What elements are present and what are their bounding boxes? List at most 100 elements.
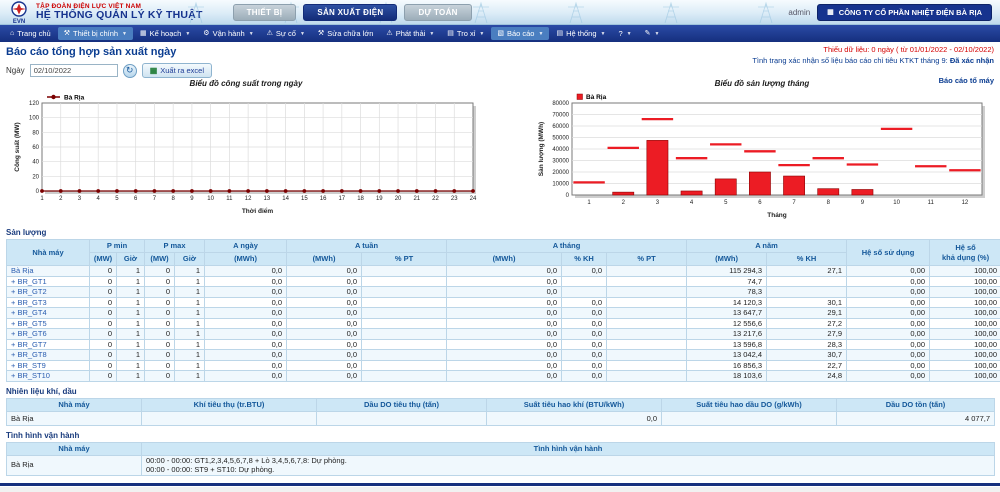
value-cell: 0,0: [286, 328, 363, 340]
table-row: + BR_GT6 0 1 0 1 0,0 0,0 0,0 0,0 13 217,6 27,9 0,00…: [6, 328, 1000, 340]
plant-link[interactable]: + BR_GT4: [11, 308, 47, 317]
nav-item-bao-cao[interactable]: ▧ Báo cáo ▼: [491, 27, 550, 40]
nav-item-trang-chu[interactable]: ⌂ Trang chủ: [4, 27, 57, 40]
nav-item-tro-xi[interactable]: ▤ Tro xỉ ▼: [441, 27, 490, 40]
value-cell: 0,0: [446, 275, 563, 287]
top-header-bar: EVN TẬP ĐOÀN ĐIỆN LỰC VIỆT NAM HỆ THỐNG …: [0, 0, 1000, 25]
value-cell: 1: [174, 328, 206, 340]
column-header: A ngày: [204, 239, 288, 253]
value-cell: 28,3: [766, 338, 848, 350]
nav-item-pencil-icon[interactable]: ✎ ▼: [639, 27, 666, 40]
plant-link[interactable]: + BR_GT6: [11, 329, 47, 338]
value-cell: 1: [115, 275, 146, 287]
table-row: + BR_GT1 0 1 0 1 0,0 0,0 0,0 74,7 0,00 100,00: [6, 275, 1000, 287]
value-cell: [766, 286, 848, 298]
value-cell: 1: [115, 307, 146, 319]
column-header: Hệ số sử dụng: [846, 239, 931, 266]
app-title: HỆ THỐNG QUẢN LÝ KỸ THUẬT: [36, 8, 203, 21]
svg-text:17: 17: [338, 196, 345, 202]
nav-item-su-co[interactable]: ⚠ Sự cố ▼: [261, 27, 311, 40]
nav-item-label: Sửa chữa lớn: [327, 29, 374, 38]
value-cell: 0,0: [446, 296, 563, 308]
value-cell: 0: [144, 349, 176, 361]
warning-icon: ⚠: [386, 30, 393, 37]
plant-name-cell: + BR_GT4: [6, 307, 90, 319]
value-cell: 24,8: [766, 370, 848, 382]
x-axis-label: Thời điểm: [242, 207, 274, 215]
svg-text:15: 15: [301, 196, 308, 202]
value-cell: 0,0: [204, 296, 288, 308]
unit-report-link[interactable]: Báo cáo tổ máy: [939, 76, 994, 87]
value-cell: 1: [174, 317, 206, 329]
svg-text:9: 9: [190, 196, 194, 202]
svg-text:3: 3: [78, 196, 82, 202]
value-cell: 0,0: [286, 265, 363, 277]
refresh-button[interactable]: ↻: [122, 63, 137, 78]
plant-link[interactable]: + BR_ST10: [11, 371, 50, 380]
value-cell: 0,00: [846, 296, 931, 308]
plant-link[interactable]: + BR_GT5: [11, 319, 47, 328]
column-header: A năm: [686, 239, 848, 253]
value-cell: 1: [174, 349, 206, 361]
value-cell: 0,0: [286, 338, 363, 350]
nav-item-ke-hoach[interactable]: ▦ Kế hoạch ▼: [134, 27, 196, 40]
module-button-thiet-bi[interactable]: THIẾT BỊ: [232, 3, 297, 21]
daily-power-chart-title: Biểu đồ công suất trong ngày: [189, 79, 303, 88]
value-cell: 0,00: [846, 265, 931, 277]
svg-text:40000: 40000: [552, 147, 569, 153]
plant-link[interactable]: Bà Rịa: [11, 266, 34, 275]
value-cell: 1: [174, 307, 206, 319]
value-cell: [606, 338, 688, 350]
value-cell: 0,00: [846, 317, 931, 329]
nav-item-he-thong[interactable]: ▤ Hệ thống ▼: [550, 27, 611, 40]
value-cell: [606, 307, 688, 319]
nav-item-van-hanh[interactable]: ⚙ Vận hành ▼: [197, 27, 259, 40]
value-cell: 1: [115, 286, 146, 298]
svg-text:10000: 10000: [552, 182, 569, 188]
svg-text:60000: 60000: [552, 124, 569, 130]
plant-link[interactable]: + BR_ST9: [11, 361, 46, 370]
nav-item-item[interactable]: ? ▼: [612, 27, 637, 40]
value-cell: 0,0: [561, 296, 608, 308]
home-icon: ⌂: [10, 30, 15, 37]
plant-link[interactable]: + BR_GT3: [11, 298, 47, 307]
company-button[interactable]: ▦ CÔNG TY CỔ PHẦN NHIỆT ĐIỆN BÀ RỊA: [817, 3, 992, 21]
value-cell: 0,0: [286, 296, 363, 308]
value-cell: 0,0: [204, 265, 288, 277]
value-cell: 0,0: [204, 338, 288, 350]
value-cell: 0,0: [286, 286, 363, 298]
value-cell: 100,00: [929, 296, 1000, 308]
module-button-du-toan[interactable]: DỰ TOÁN: [404, 3, 472, 21]
chevron-down-icon: ▼: [626, 30, 632, 37]
nav-item-phat-thai[interactable]: ⚠ Phát thải ▼: [380, 27, 440, 40]
nav-item-thiet-bi-chinh[interactable]: ⚒ Thiết bị chính ▼: [57, 27, 133, 40]
value-cell: 1: [115, 317, 146, 329]
module-button-san-xuat-ien[interactable]: SẢN XUẤT ĐIỆN: [303, 3, 398, 21]
nav-item-sua-chua-lon[interactable]: ⚒ Sửa chữa lớn: [312, 27, 380, 40]
export-excel-button[interactable]: ▦ Xuất ra excel: [141, 63, 213, 78]
svg-text:7: 7: [792, 200, 796, 206]
date-label: Ngày: [6, 66, 25, 75]
value-cell: 0,0: [286, 359, 363, 371]
value-cell: 30,1: [766, 296, 848, 308]
value-cell: 1: [115, 328, 146, 340]
plant-link[interactable]: + BR_GT2: [11, 287, 47, 296]
value-cell: 100,00: [929, 370, 1000, 382]
value-cell: [361, 307, 448, 319]
svg-text:1: 1: [40, 196, 44, 202]
date-input[interactable]: [29, 64, 118, 77]
table-row: + BR_ST10 0 1 0 1 0,0 0,0 0,0 0,0 18 103,6 24,8 0,0…: [6, 370, 1000, 382]
plant-link[interactable]: + BR_GT1: [11, 277, 47, 286]
plant-link[interactable]: + BR_GT7: [11, 340, 47, 349]
column-header: P min: [88, 239, 146, 253]
value-cell: 30,7: [766, 349, 848, 361]
plant-link[interactable]: + BR_GT8: [11, 350, 47, 359]
value-cell: 100,00: [929, 349, 1000, 361]
svg-text:50000: 50000: [552, 136, 569, 142]
value-cell: 0,0: [204, 275, 288, 287]
nav-item-label: Vận hành: [212, 29, 245, 38]
value-cell: 0: [144, 328, 176, 340]
value-cell: 1: [115, 296, 146, 308]
page-title: Báo cáo tổng hợp sản xuất ngày: [6, 46, 177, 58]
value-cell: 0: [144, 317, 176, 329]
